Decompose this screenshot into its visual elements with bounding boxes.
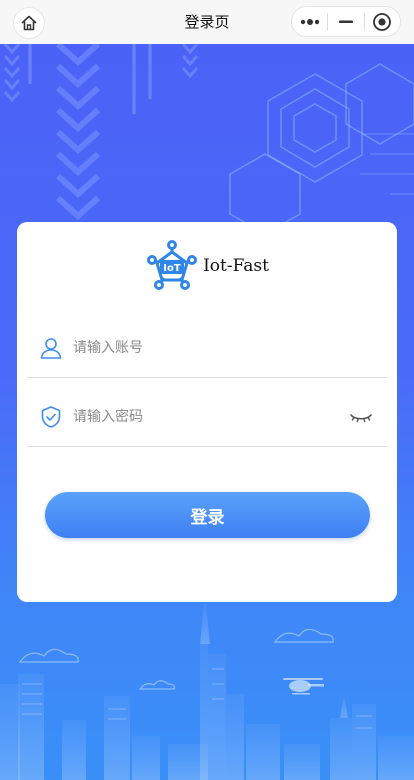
account-input[interactable]	[73, 332, 333, 363]
target-close-icon	[373, 12, 392, 31]
navigation-bar: 登录页	[0, 0, 414, 44]
user-icon	[39, 336, 63, 360]
more-dots-icon	[300, 18, 319, 25]
minimize-icon	[338, 20, 353, 23]
account-field	[27, 318, 387, 378]
password-input[interactable]	[73, 401, 333, 432]
password-field	[27, 387, 387, 447]
logo-text: IoT	[163, 263, 181, 274]
shield-check-icon	[39, 405, 63, 429]
login-card: IoT Iot-Fast 登录	[17, 222, 397, 602]
iot-logo: IoT	[147, 240, 198, 290]
brand-row: IoT Iot-Fast	[17, 238, 397, 294]
menu-capsule	[291, 6, 401, 37]
login-button[interactable]: 登录	[45, 492, 370, 538]
eye-closed-icon	[350, 414, 372, 423]
password-visibility-toggle[interactable]	[349, 405, 373, 429]
app-name: Iot-Fast	[203, 256, 269, 276]
more-button[interactable]	[292, 7, 327, 36]
close-button[interactable]	[365, 7, 400, 36]
minimize-button[interactable]	[328, 7, 363, 36]
